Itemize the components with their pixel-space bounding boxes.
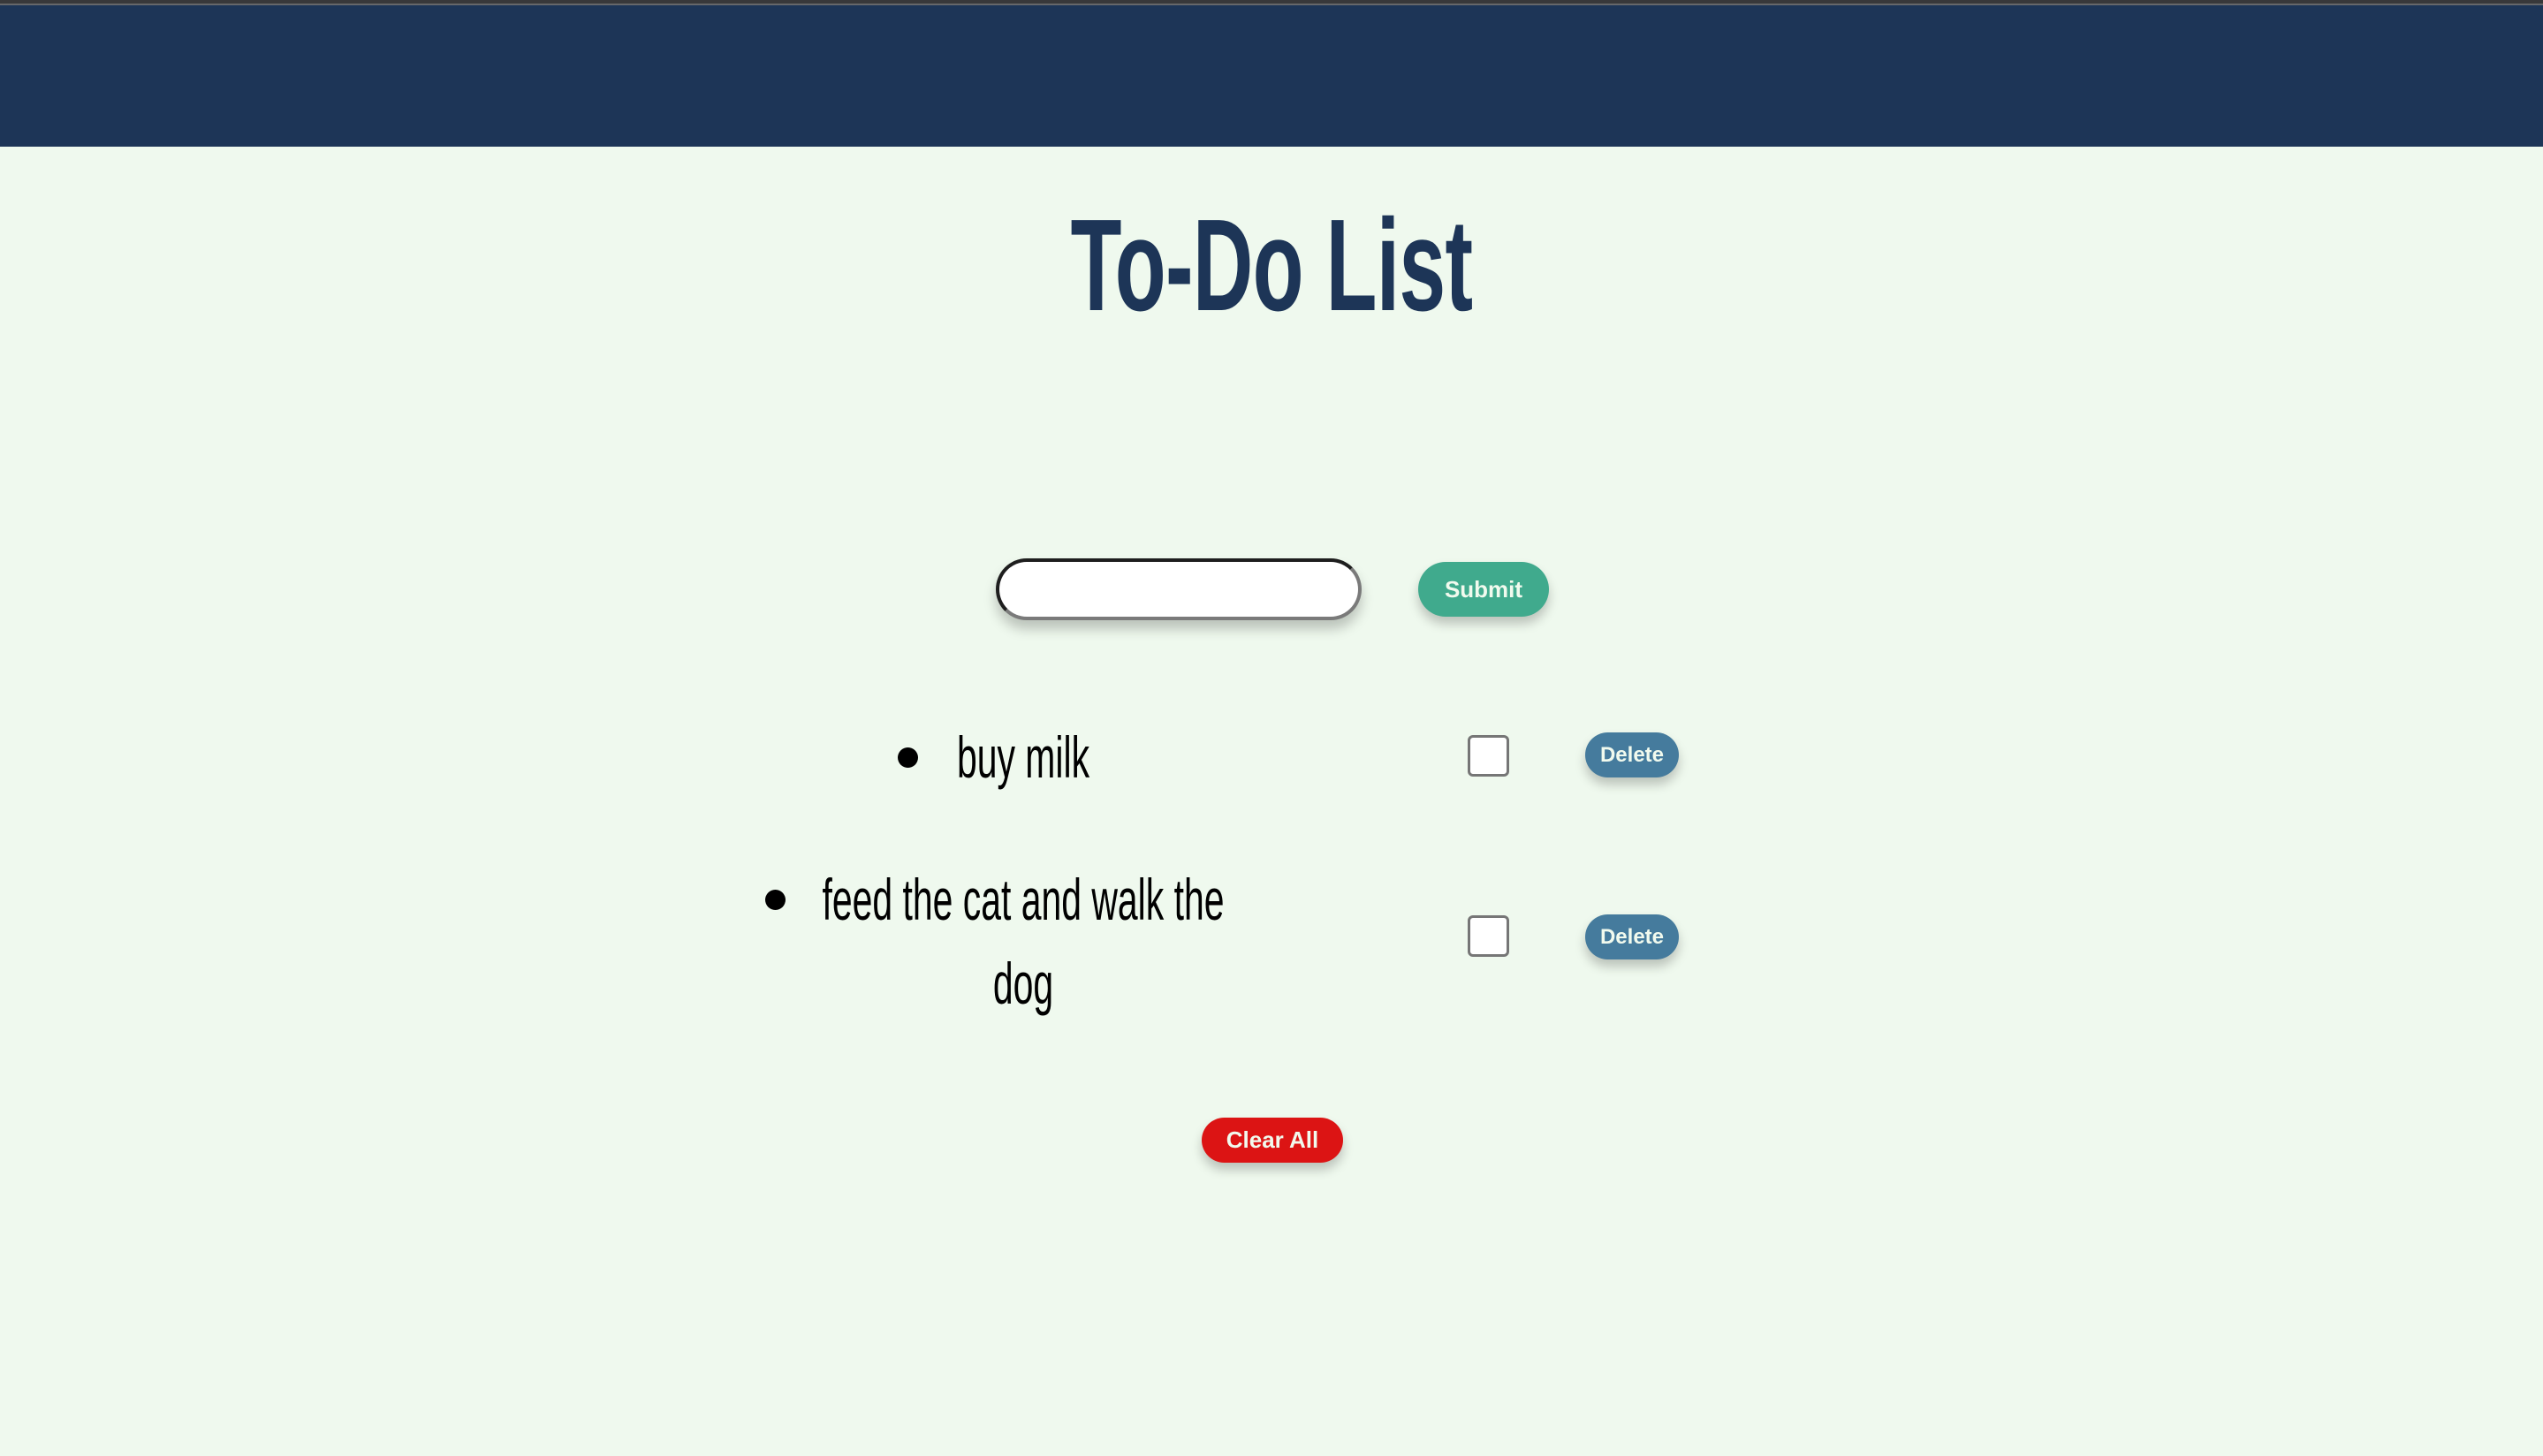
todo-item-text: buy milk <box>956 724 1090 790</box>
todo-item-text: feed the cat and walk the dog <box>822 867 1225 1016</box>
todo-complete-checkbox[interactable] <box>1468 735 1509 777</box>
todo-input[interactable] <box>996 558 1362 620</box>
delete-button[interactable]: Delete <box>1585 914 1679 959</box>
page-title: To-Do List <box>1070 193 1473 338</box>
delete-button[interactable]: Delete <box>1585 732 1679 777</box>
page-header-bar <box>0 5 2543 147</box>
submit-button[interactable]: Submit <box>1418 562 1549 617</box>
bullet-icon <box>765 890 786 910</box>
todo-complete-checkbox[interactable] <box>1468 915 1509 957</box>
clear-all-button[interactable]: Clear All <box>1202 1118 1343 1163</box>
